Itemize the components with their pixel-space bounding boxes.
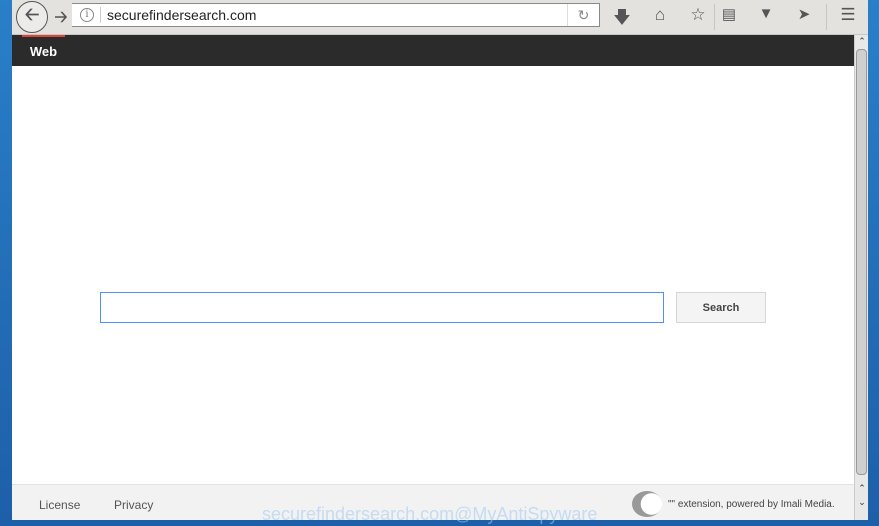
divider <box>100 7 101 23</box>
search-input[interactable] <box>100 292 664 323</box>
download-icon[interactable]: 🡇 <box>610 5 634 34</box>
forward-icon: 🡢 <box>54 9 68 26</box>
watermark: securefindersearch.com@MyAntiSpyware <box>262 504 598 524</box>
search-button[interactable]: Search <box>676 292 766 323</box>
divider <box>826 4 827 30</box>
pocket-icon[interactable]: ▼ <box>754 5 778 22</box>
reload-icon[interactable]: ↻ <box>567 4 599 26</box>
imali-logo-icon <box>632 491 662 517</box>
browser-toolbar: 🡠 🡢 i securefindersearch.com ↻ 🡇 ⌂ ☆ ▤ ▼… <box>12 0 868 35</box>
scroll-up-icon[interactable]: ⌃ <box>855 36 869 47</box>
bookmark-star-icon[interactable]: ☆ <box>686 5 710 25</box>
send-icon[interactable]: ➤ <box>792 5 816 23</box>
tab-web[interactable]: Web <box>22 35 65 66</box>
divider <box>714 4 715 30</box>
back-button[interactable]: 🡠 <box>16 1 48 33</box>
scrollbar-thumb[interactable] <box>856 49 867 475</box>
license-link[interactable]: License <box>39 498 80 512</box>
scroll-down-icon[interactable]: ⌄ <box>855 497 869 508</box>
home-icon[interactable]: ⌂ <box>648 5 672 25</box>
menu-icon[interactable]: ☰ <box>836 5 860 25</box>
scroll-up-icon[interactable]: ⌃ <box>855 483 869 494</box>
info-icon[interactable]: i <box>80 8 94 22</box>
reading-list-icon[interactable]: ▤ <box>717 5 741 23</box>
powered-by-text: "" extension, powered by Imali Media. <box>668 499 835 510</box>
vertical-scrollbar[interactable]: ⌃ ⌃ ⌄ <box>854 35 868 520</box>
privacy-link[interactable]: Privacy <box>114 498 153 512</box>
address-bar[interactable]: i securefindersearch.com ↻ <box>72 3 600 27</box>
web-page: Web Search License Privacy "" extension,… <box>12 35 854 520</box>
url-text: securefindersearch.com <box>107 7 257 23</box>
top-nav: Web <box>12 35 854 66</box>
back-icon: 🡠 <box>24 4 40 24</box>
forward-button[interactable]: 🡢 <box>50 6 72 26</box>
